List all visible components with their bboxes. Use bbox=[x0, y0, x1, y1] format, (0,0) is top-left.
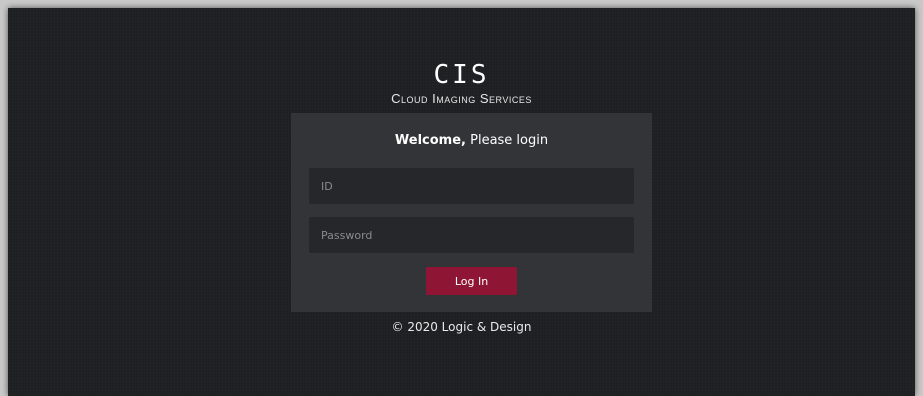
welcome-message: Welcome, Please login bbox=[291, 133, 652, 148]
password-input[interactable] bbox=[309, 217, 634, 253]
cis-logo: CIS bbox=[433, 60, 490, 90]
login-page: CIS Cloud Imaging Services Welcome, Plea… bbox=[8, 8, 915, 396]
login-panel: Welcome, Please login Log In bbox=[291, 113, 652, 312]
logo-tagline: Cloud Imaging Services bbox=[391, 91, 532, 106]
id-input[interactable] bbox=[309, 168, 634, 204]
login-button[interactable]: Log In bbox=[426, 267, 517, 295]
welcome-bold-text: Welcome, bbox=[394, 133, 466, 148]
copyright-footer: © 2020 Logic & Design bbox=[391, 320, 532, 334]
welcome-rest-text: Please login bbox=[465, 133, 549, 148]
